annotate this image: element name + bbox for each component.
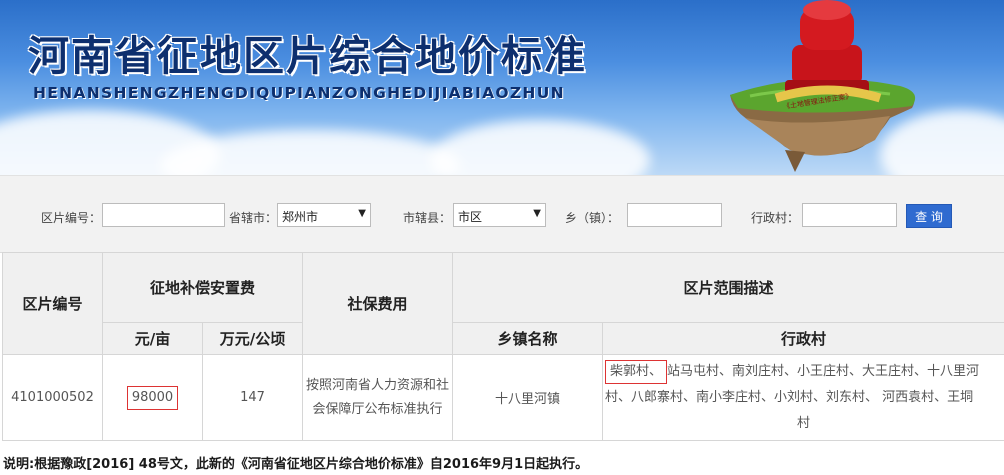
village-label: 行政村：	[751, 211, 800, 225]
cell-yuan-mu: 98000	[102, 354, 203, 441]
cell-zone-code: 4101000502	[2, 354, 103, 441]
price-highlight: 98000	[126, 385, 179, 410]
header-town-name: 乡镇名称	[452, 322, 604, 355]
cell-social-security: 按照河南省人力资源和社会保障厅公布标准执行	[302, 354, 454, 441]
chevron-down-icon: ▼	[358, 208, 366, 219]
city-select-value: 郑州市	[282, 210, 319, 224]
header-zone-code: 区片编号	[2, 252, 103, 355]
village-input[interactable]	[802, 203, 897, 227]
result-table: 区片编号 征地补偿安置费 社保费用 区片范围描述 元/亩 万元/公顷 乡镇名称 …	[2, 252, 1004, 441]
cloud-decoration	[430, 120, 650, 175]
header-banner: 河南省征地区片综合地价标准 HENANSHENGZHENGDIQUPIANZON…	[0, 0, 1004, 175]
county-select-value: 市区	[458, 210, 483, 224]
page-title: 河南省征地区片综合地价标准	[28, 32, 587, 80]
village-list-end: 村	[797, 415, 811, 431]
zone-code-input[interactable]	[102, 203, 225, 227]
county-label: 市辖县：	[403, 211, 452, 225]
town-input[interactable]	[627, 203, 722, 227]
header-compensation: 征地补偿安置费	[101, 252, 304, 323]
header-village: 行政村	[602, 322, 1004, 355]
page-subtitle: HENANSHENGZHENGDIQUPIANZONGHEDIJIABIAOZH…	[33, 84, 565, 102]
land-law-seal-illustration: 《土地管理法修正案》	[730, 0, 916, 172]
cell-town-name: 十八里河镇	[452, 354, 604, 441]
search-form: 区片编号： 省辖市： 郑州市 ▼ 市辖县： 市区 ▼ 乡（镇）： 行政村： 查 …	[0, 175, 1004, 253]
header-range: 区片范围描述	[452, 252, 1004, 323]
social-security-text: 按照河南省人力资源和社会保障厅公布标准执行	[306, 377, 450, 417]
cell-village: 柴郭村、 站马屯村、南刘庄村、小王庄村、大王庄村、十八里河村、八郎寨村、南小李庄村…	[602, 354, 1004, 441]
town-label: 乡（镇）：	[565, 211, 620, 225]
header-yuan-mu: 元/亩	[102, 322, 203, 355]
header-social-security: 社保费用	[302, 252, 454, 355]
zone-code-label: 区片编号：	[41, 211, 102, 225]
county-select[interactable]: 市区 ▼	[453, 203, 546, 227]
cell-wan-qing: 147	[201, 354, 304, 441]
chevron-down-icon: ▼	[533, 208, 541, 219]
query-button[interactable]: 查 询	[906, 204, 952, 228]
village-highlight: 柴郭村、	[605, 359, 668, 384]
table-row: 4101000502 98000 147 按照河南省人力资源和社会保障厅公布标准…	[2, 354, 1004, 441]
footnote: 说明:根据豫政[2016] 48号文，此新的《河南省征地区片综合地价标准》自20…	[3, 457, 589, 472]
header-wan-qing: 万元/公顷	[201, 322, 304, 355]
city-label: 省辖市：	[229, 211, 278, 225]
city-select[interactable]: 郑州市 ▼	[277, 203, 371, 227]
